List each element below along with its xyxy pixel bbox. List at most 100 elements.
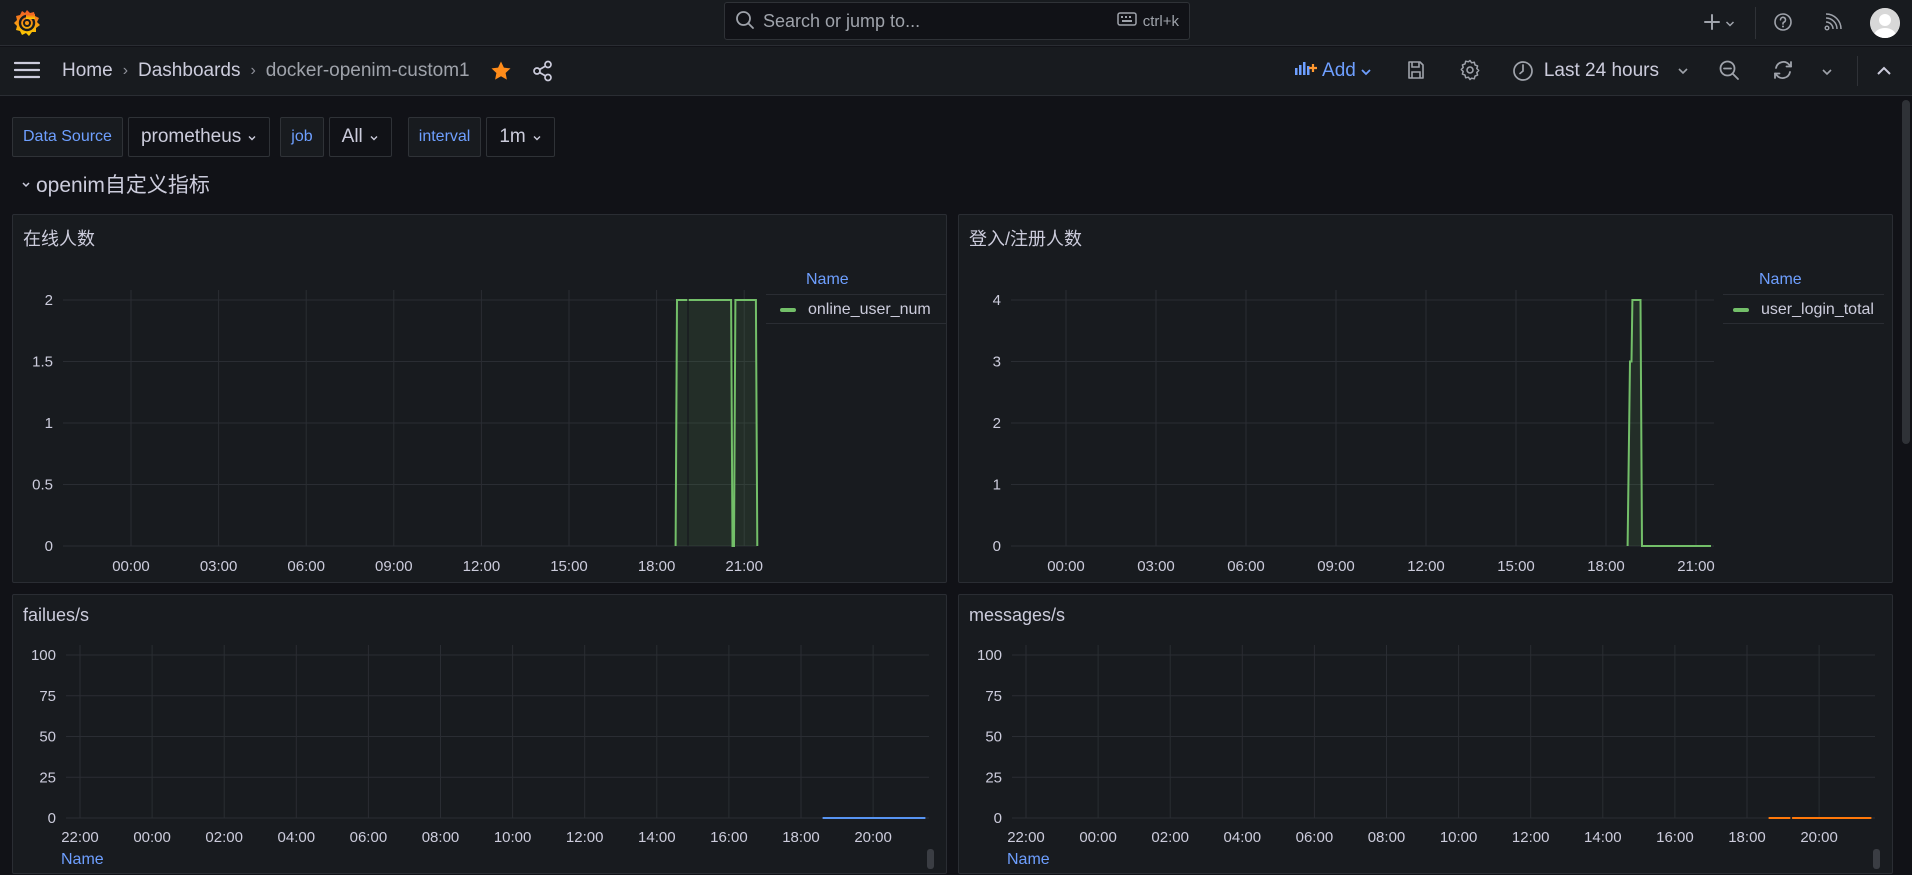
x-tick-label: 04:00 — [278, 829, 316, 846]
x-tick-label: 12:00 — [1512, 829, 1550, 846]
chevron-down-icon — [369, 126, 379, 148]
divider — [1755, 7, 1756, 39]
x-tick-label: 21:00 — [1677, 558, 1715, 575]
x-tick-label: 00:00 — [1079, 829, 1117, 846]
legend-divider — [1723, 294, 1884, 295]
x-tick-label: 00:00 — [112, 558, 150, 575]
zoom-out-time-button[interactable] — [1717, 59, 1741, 84]
x-tick-label: 15:00 — [1497, 558, 1535, 575]
x-tick-label: 12:00 — [1407, 558, 1445, 575]
variable-select-interval[interactable]: 1m — [486, 117, 555, 157]
chevron-down-icon — [1725, 15, 1735, 31]
add-panel-icon — [1294, 60, 1318, 82]
y-tick-label: 25 — [39, 769, 56, 786]
add-label: Add — [1322, 60, 1356, 81]
x-tick-label: 00:00 — [133, 829, 171, 846]
breadcrumb-dashboards[interactable]: Dashboards — [138, 60, 240, 82]
x-tick-label: 06:00 — [350, 829, 388, 846]
x-tick-label: 09:00 — [1317, 558, 1355, 575]
refresh-interval-dropdown[interactable] — [1817, 63, 1837, 79]
x-tick-label: 14:00 — [638, 829, 676, 846]
star-icon[interactable] — [490, 60, 512, 82]
legend-header[interactable]: Name — [806, 271, 849, 289]
top-bar: Search or jump to... ctrl+k — [0, 0, 1912, 46]
grafana-logo-icon[interactable] — [12, 8, 42, 38]
x-tick-label: 20:00 — [1800, 829, 1838, 846]
time-range-label: Last 24 hours — [1543, 60, 1659, 81]
dashboard-toolbar: Add Last 24 hours — [1294, 47, 1912, 95]
legend-scrollbar[interactable] — [927, 849, 934, 869]
template-variables: Data Source prometheus job All interval … — [12, 117, 555, 157]
legend-item-label: online_user_num — [808, 301, 931, 318]
user-avatar[interactable] — [1870, 8, 1900, 38]
x-tick-label: 00:00 — [1047, 558, 1085, 575]
x-tick-label: 09:00 — [375, 558, 413, 575]
add-panel-button[interactable]: Add — [1294, 60, 1372, 82]
panel-online-users[interactable]: 在线人数 0 0.5 1 1.5 2 00:00 03:00 06:00 09:00 12:00 1… — [12, 214, 947, 583]
x-tick-label: 21:00 — [725, 558, 763, 575]
dashboard-row-header[interactable]: openim自定义指标 — [20, 170, 210, 198]
x-tick-label: 02:00 — [205, 829, 243, 846]
y-tick-label: 1 — [45, 415, 53, 432]
shortcut-label: ctrl+k — [1142, 12, 1179, 30]
news-button[interactable] — [1818, 12, 1848, 35]
chevron-down-icon — [1360, 60, 1372, 82]
breadcrumb-home[interactable]: Home — [62, 60, 113, 82]
y-tick-label: 50 — [985, 729, 1002, 746]
legend-header[interactable]: Name — [1759, 271, 1802, 289]
y-tick-label: 1 — [993, 477, 1001, 494]
legend-item[interactable]: online_user_num — [780, 301, 931, 319]
collapse-header-button[interactable] — [1872, 63, 1896, 79]
panel-failures[interactable]: failues/s 0 25 50 75 100 22:00 00:00 02:00 04:00… — [12, 594, 947, 874]
hamburger-menu-icon — [13, 60, 41, 83]
chevron-down-icon — [1677, 67, 1689, 75]
legend-item[interactable]: user_login_total — [1733, 301, 1874, 319]
x-tick-label: 10:00 — [1440, 829, 1478, 846]
x-tick-label: 12:00 — [463, 558, 501, 575]
menu-toggle-button[interactable] — [13, 59, 41, 83]
x-tick-label: 12:00 — [566, 829, 604, 846]
y-tick-label: 2 — [993, 415, 1001, 432]
y-tick-label: 0 — [48, 810, 56, 827]
dashboard-settings-button[interactable] — [1458, 59, 1482, 84]
legend-scrollbar[interactable] — [1873, 849, 1880, 869]
legend-header[interactable]: Name — [61, 851, 104, 869]
variable-value: All — [341, 126, 363, 147]
share-icon[interactable] — [532, 60, 554, 82]
variable-label-job: job — [280, 117, 324, 157]
time-range-picker[interactable]: Last 24 hours — [1512, 60, 1689, 82]
y-tick-label: 2 — [45, 292, 53, 309]
x-tick-label: 16:00 — [710, 829, 748, 846]
x-tick-label: 06:00 — [1296, 829, 1334, 846]
y-tick-label: 4 — [993, 292, 1001, 309]
dashboard-nav-bar: Home › Dashboards › docker-openim-custom… — [0, 47, 1912, 96]
save-icon — [1406, 60, 1426, 83]
panel-messages[interactable]: messages/s 0 25 50 75 100 22:00 00:00 02:00 04:0… — [958, 594, 1893, 874]
x-tick-label: 04:00 — [1224, 829, 1262, 846]
row-title: openim自定义指标 — [36, 174, 210, 197]
breadcrumb-separator: › — [250, 62, 256, 79]
variable-select-datasource[interactable]: prometheus — [127, 117, 271, 157]
y-tick-label: 0 — [994, 810, 1002, 827]
x-tick-label: 22:00 — [1007, 829, 1045, 846]
help-button[interactable] — [1768, 12, 1798, 35]
variable-select-job[interactable]: All — [328, 117, 392, 157]
x-tick-label: 06:00 — [1227, 558, 1265, 575]
refresh-button[interactable] — [1771, 59, 1795, 84]
zoom-out-icon — [1718, 59, 1740, 84]
x-tick-label: 06:00 — [287, 558, 325, 575]
page-scrollbar[interactable] — [1902, 100, 1910, 444]
divider — [1857, 56, 1858, 86]
search-input[interactable]: Search or jump to... ctrl+k — [724, 2, 1190, 40]
y-tick-label: 75 — [985, 688, 1002, 705]
legend-header[interactable]: Name — [1007, 851, 1050, 869]
variable-label-interval: interval — [407, 117, 482, 157]
new-menu-button[interactable] — [1693, 13, 1745, 34]
keyboard-icon — [1116, 12, 1137, 30]
series-color-swatch — [1733, 308, 1749, 312]
panel-login-register[interactable]: 登入/注册人数 0 1 2 3 4 00:00 03:00 06:00 09:00 12:00 15… — [958, 214, 1893, 583]
variable-value: 1m — [499, 126, 526, 147]
save-dashboard-button[interactable] — [1404, 60, 1428, 83]
series-area-fill — [688, 300, 758, 546]
search-shortcut: ctrl+k — [1116, 12, 1179, 30]
